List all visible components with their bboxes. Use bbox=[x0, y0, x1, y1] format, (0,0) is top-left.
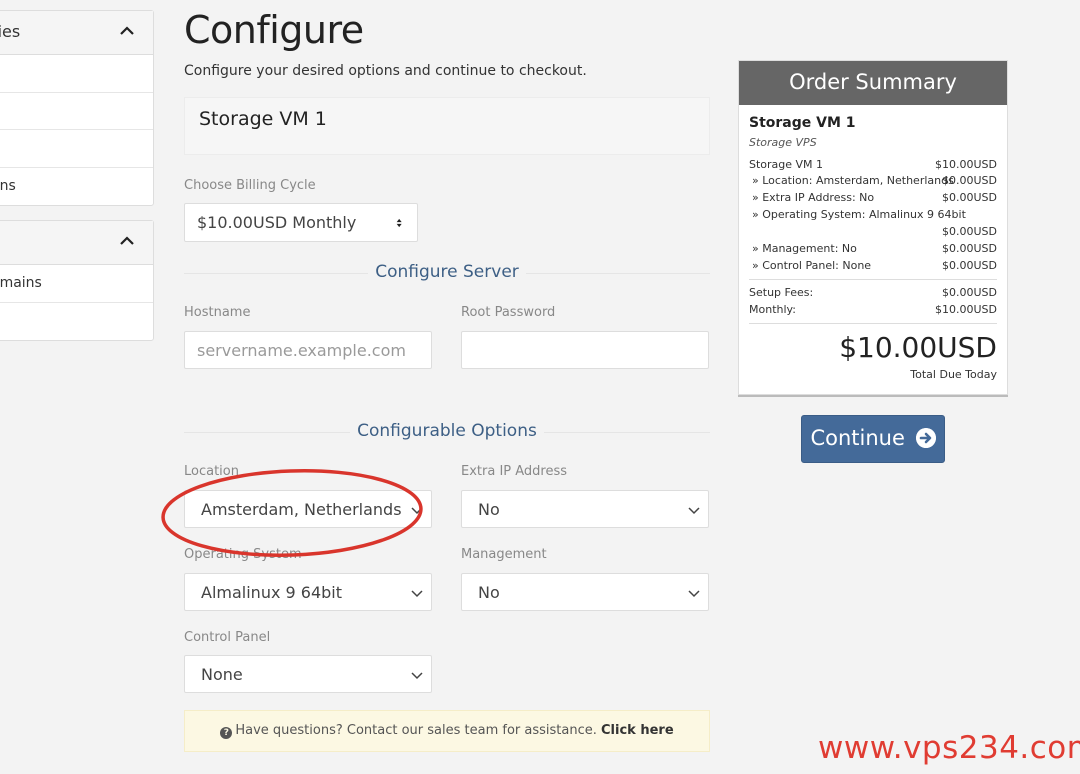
chevron-up-icon[interactable] bbox=[119, 233, 135, 249]
select-updown-icon bbox=[396, 218, 402, 228]
billing-cycle-label: Choose Billing Cycle bbox=[184, 178, 316, 193]
sidebar-item[interactable]: t bbox=[0, 303, 153, 341]
hostname-label: Hostname bbox=[184, 305, 251, 320]
hostname-placeholder: servername.example.com bbox=[197, 341, 406, 360]
sidebar-item[interactable]: ons bbox=[0, 168, 153, 206]
chevron-down-icon bbox=[411, 672, 423, 680]
chevron-up-icon[interactable] bbox=[119, 23, 135, 39]
help-link[interactable]: Click here bbox=[601, 723, 674, 738]
summary-line: » Control Panel: None $0.00USD bbox=[752, 259, 997, 272]
extra-ip-value: No bbox=[478, 500, 500, 519]
product-name: Storage VM 1 bbox=[199, 108, 327, 130]
page-title: Configure bbox=[184, 8, 364, 52]
sidebar-item[interactable] bbox=[0, 130, 153, 168]
location-select[interactable]: Amsterdam, Netherlands bbox=[184, 490, 432, 528]
control-panel-select[interactable]: None bbox=[184, 655, 432, 693]
extra-ip-select[interactable]: No bbox=[461, 490, 709, 528]
summary-line: » Extra IP Address: No $0.00USD bbox=[752, 191, 997, 204]
summary-product-group: Storage VPS bbox=[749, 136, 817, 149]
hostname-input[interactable]: servername.example.com bbox=[184, 331, 432, 369]
watermark: www.vps234.com bbox=[818, 730, 1080, 766]
help-text: Have questions? Contact our sales team f… bbox=[235, 723, 597, 738]
location-label: Location bbox=[184, 464, 239, 479]
root-password-input[interactable] bbox=[461, 331, 709, 369]
summary-line: Storage VM 1 $10.00USD bbox=[749, 158, 997, 171]
summary-divider bbox=[749, 279, 997, 280]
billing-cycle-select[interactable]: $10.00USD Monthly bbox=[184, 203, 418, 242]
management-select[interactable]: No bbox=[461, 573, 709, 611]
arrow-circle-right-icon bbox=[915, 428, 936, 448]
summary-line: » Location: Amsterdam, Netherlands $0.00… bbox=[752, 174, 997, 187]
chevron-down-icon bbox=[688, 507, 700, 515]
total-due-label: Total Due Today bbox=[910, 368, 997, 381]
page-subtitle: Configure your desired options and conti… bbox=[184, 63, 587, 79]
categories-panel-title: ries bbox=[0, 22, 21, 41]
root-password-label: Root Password bbox=[461, 305, 556, 320]
operating-system-select[interactable]: Almalinux 9 64bit bbox=[184, 573, 432, 611]
categories-panel: ries ons bbox=[0, 10, 154, 206]
sidebar-item[interactable] bbox=[0, 93, 153, 130]
chevron-down-icon bbox=[688, 590, 700, 598]
summary-line: » Operating System: Almalinux 9 64bit bbox=[752, 208, 966, 221]
sales-help-box: ? Have questions? Contact our sales team … bbox=[184, 710, 710, 752]
summary-line: $0.00USD bbox=[942, 225, 997, 238]
management-value: No bbox=[478, 583, 500, 602]
chevron-down-icon bbox=[411, 507, 423, 515]
operating-system-value: Almalinux 9 64bit bbox=[201, 583, 343, 602]
configure-server-heading: Configure Server bbox=[184, 262, 710, 284]
question-circle-icon: ? bbox=[220, 727, 233, 739]
control-panel-value: None bbox=[201, 665, 243, 684]
continue-label: Continue bbox=[810, 426, 905, 450]
actions-panel-header[interactable] bbox=[0, 221, 153, 265]
continue-button[interactable]: Continue bbox=[801, 415, 945, 463]
configurable-options-heading: Configurable Options bbox=[184, 421, 710, 443]
operating-system-label: Operating System bbox=[184, 547, 302, 562]
setup-fees-line: Setup Fees: $0.00USD bbox=[749, 286, 997, 299]
chevron-down-icon bbox=[411, 590, 423, 598]
total-due: $10.00USD bbox=[839, 331, 997, 364]
actions-panel: omains t bbox=[0, 220, 154, 341]
extra-ip-label: Extra IP Address bbox=[461, 464, 568, 479]
location-value: Amsterdam, Netherlands bbox=[201, 500, 402, 519]
management-label: Management bbox=[461, 547, 547, 562]
control-panel-label: Control Panel bbox=[184, 630, 271, 645]
summary-line: » Management: No $0.00USD bbox=[752, 242, 997, 255]
sidebar-item[interactable] bbox=[0, 55, 153, 93]
summary-product: Storage VM 1 bbox=[749, 115, 856, 131]
order-summary: Order Summary Storage VM 1 Storage VPS S… bbox=[738, 60, 1008, 395]
order-summary-title: Order Summary bbox=[739, 61, 1007, 105]
product-info-box: Storage VM 1 bbox=[184, 97, 710, 155]
summary-divider bbox=[749, 323, 997, 324]
monthly-line: Monthly: $10.00USD bbox=[749, 303, 997, 316]
sidebar-item[interactable]: omains bbox=[0, 265, 153, 303]
categories-panel-header[interactable]: ries bbox=[0, 11, 153, 55]
billing-cycle-value: $10.00USD Monthly bbox=[197, 213, 357, 232]
